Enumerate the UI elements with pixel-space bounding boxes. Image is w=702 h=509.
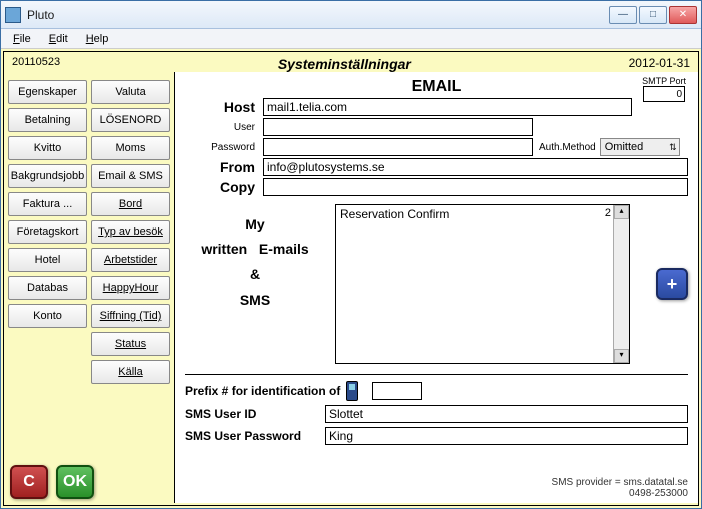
copy-input[interactable] xyxy=(263,178,688,196)
close-button[interactable]: ✕ xyxy=(669,6,697,24)
user-label: User xyxy=(185,122,263,133)
list-item[interactable]: Reservation Confirm xyxy=(340,207,449,221)
add-template-button[interactable]: + xyxy=(656,268,688,300)
user-input[interactable] xyxy=(263,118,533,136)
prefix-row: Prefix # for identification of xyxy=(185,381,688,401)
list-scrollbar[interactable]: ▴ ▾ xyxy=(613,205,629,363)
sidebar-btn-betalning[interactable]: Betalning xyxy=(8,108,87,132)
sidebar-btn-siffning (tid)[interactable]: Siffning (Tid) xyxy=(91,304,170,328)
sidebar-btn-bakgrundsjobb[interactable]: Bakgrundsjobb xyxy=(8,164,87,188)
page-title: Systeminställningar xyxy=(278,56,411,72)
provider-line2: 0498-253000 xyxy=(552,488,688,499)
password-input[interactable] xyxy=(263,138,533,156)
sidebar-btn-happyhour[interactable]: HappyHour xyxy=(91,276,170,300)
sidebar: EgenskaperValutaBetalningLÖSENORDKvittoM… xyxy=(4,72,174,503)
main-frame: 20110523 Systeminställningar 2012-01-31 … xyxy=(3,51,699,506)
provider-line1: SMS provider = sms.datatal.se xyxy=(552,477,688,488)
minimize-button[interactable]: — xyxy=(609,6,637,24)
header-stamp: 20110523 xyxy=(12,56,60,72)
window-buttons: — □ ✕ xyxy=(609,6,697,24)
sidebar-btn-moms[interactable]: Moms xyxy=(91,136,170,160)
sidebar-btn-källa[interactable]: Källa xyxy=(91,360,170,384)
prefix-input[interactable] xyxy=(372,382,422,400)
scroll-down-icon[interactable]: ▾ xyxy=(614,349,629,363)
auth-method-value: Omitted xyxy=(605,141,644,153)
window: Pluto — □ ✕ File Edit Help 20110523 Syst… xyxy=(0,0,702,509)
sidebar-btn-faktura ...[interactable]: Faktura ... xyxy=(8,192,87,216)
header-date: 2012-01-31 xyxy=(629,56,690,72)
menu-help[interactable]: Help xyxy=(78,31,117,47)
sms-user-input[interactable] xyxy=(325,405,688,423)
auth-method-select[interactable]: Omitted ⇅ xyxy=(600,138,680,156)
caption-line1: My xyxy=(185,212,325,237)
host-input[interactable] xyxy=(263,98,632,116)
content: 20110523 Systeminställningar 2012-01-31 … xyxy=(1,49,701,508)
caption-line4: SMS xyxy=(185,288,325,313)
smtp-port-input[interactable] xyxy=(643,86,685,102)
templates-section: My written E-mails & SMS Reservation Con… xyxy=(185,204,688,364)
copy-label: Copy xyxy=(185,179,263,195)
chevron-updown-icon: ⇅ xyxy=(669,142,677,153)
sidebar-buttons: EgenskaperValutaBetalningLÖSENORDKvittoM… xyxy=(8,80,170,384)
app-icon xyxy=(5,7,21,23)
list-count: 2 xyxy=(605,207,611,219)
sidebar-btn-egenskaper[interactable]: Egenskaper xyxy=(8,80,87,104)
sidebar-btn-email & sms[interactable]: Email & SMS xyxy=(91,164,170,188)
divider xyxy=(185,374,688,375)
scroll-up-icon[interactable]: ▴ xyxy=(614,205,629,219)
bottom-bar: C OK SMS provider = sms.datatal.se 0498-… xyxy=(10,465,688,499)
ok-button[interactable]: OK xyxy=(56,465,94,499)
sidebar-btn-valuta[interactable]: Valuta xyxy=(91,80,170,104)
auth-method-label: Auth.Method xyxy=(539,142,596,153)
layout: EgenskaperValutaBetalningLÖSENORDKvittoM… xyxy=(4,72,698,503)
titlebar: Pluto — □ ✕ xyxy=(1,1,701,29)
sms-user-label: SMS User ID xyxy=(185,407,325,421)
cancel-button[interactable]: C xyxy=(10,465,48,499)
sidebar-btn-databas[interactable]: Databas xyxy=(8,276,87,300)
menubar: File Edit Help xyxy=(1,29,701,49)
maximize-button[interactable]: □ xyxy=(639,6,667,24)
sms-pass-label: SMS User Password xyxy=(185,429,325,443)
sidebar-btn-hotel[interactable]: Hotel xyxy=(8,248,87,272)
header: 20110523 Systeminställningar 2012-01-31 xyxy=(4,52,698,72)
window-title: Pluto xyxy=(27,8,609,22)
menu-edit[interactable]: Edit xyxy=(41,31,76,47)
templates-list[interactable]: Reservation Confirm 2 ▴ ▾ xyxy=(335,204,630,364)
sidebar-btn-kvitto[interactable]: Kvitto xyxy=(8,136,87,160)
host-label: Host xyxy=(185,99,263,115)
sidebar-btn-arbetstider[interactable]: Arbetstider xyxy=(91,248,170,272)
menu-file[interactable]: File xyxy=(5,31,39,47)
sidebar-btn-typ av besök[interactable]: Typ av besök xyxy=(91,220,170,244)
templates-caption: My written E-mails & SMS xyxy=(185,204,325,364)
password-label: Password xyxy=(185,142,263,153)
provider-info: SMS provider = sms.datatal.se 0498-25300… xyxy=(552,477,688,499)
smtp-port-group: SMTP Port xyxy=(642,76,686,102)
phone-icon xyxy=(346,381,358,401)
sms-pass-input[interactable] xyxy=(325,427,688,445)
sidebar-btn-status[interactable]: Status xyxy=(91,332,170,356)
caption-line2: written E-mails xyxy=(185,237,325,262)
sidebar-btn-konto[interactable]: Konto xyxy=(8,304,87,328)
smtp-port-label: SMTP Port xyxy=(642,76,686,86)
sidebar-btn-lösenord[interactable]: LÖSENORD xyxy=(91,108,170,132)
caption-line3: & xyxy=(185,262,325,287)
sidebar-btn-bord[interactable]: Bord xyxy=(91,192,170,216)
from-label: From xyxy=(185,159,263,175)
email-header: EMAIL xyxy=(185,78,688,96)
sidebar-btn-företagskort[interactable]: Företagskort xyxy=(8,220,87,244)
prefix-label: Prefix # for identification of xyxy=(185,384,340,398)
main-panel: EMAIL SMTP Port Host User Password xyxy=(174,72,698,503)
templates-list-content: Reservation Confirm 2 xyxy=(336,205,613,363)
from-input[interactable] xyxy=(263,158,688,176)
